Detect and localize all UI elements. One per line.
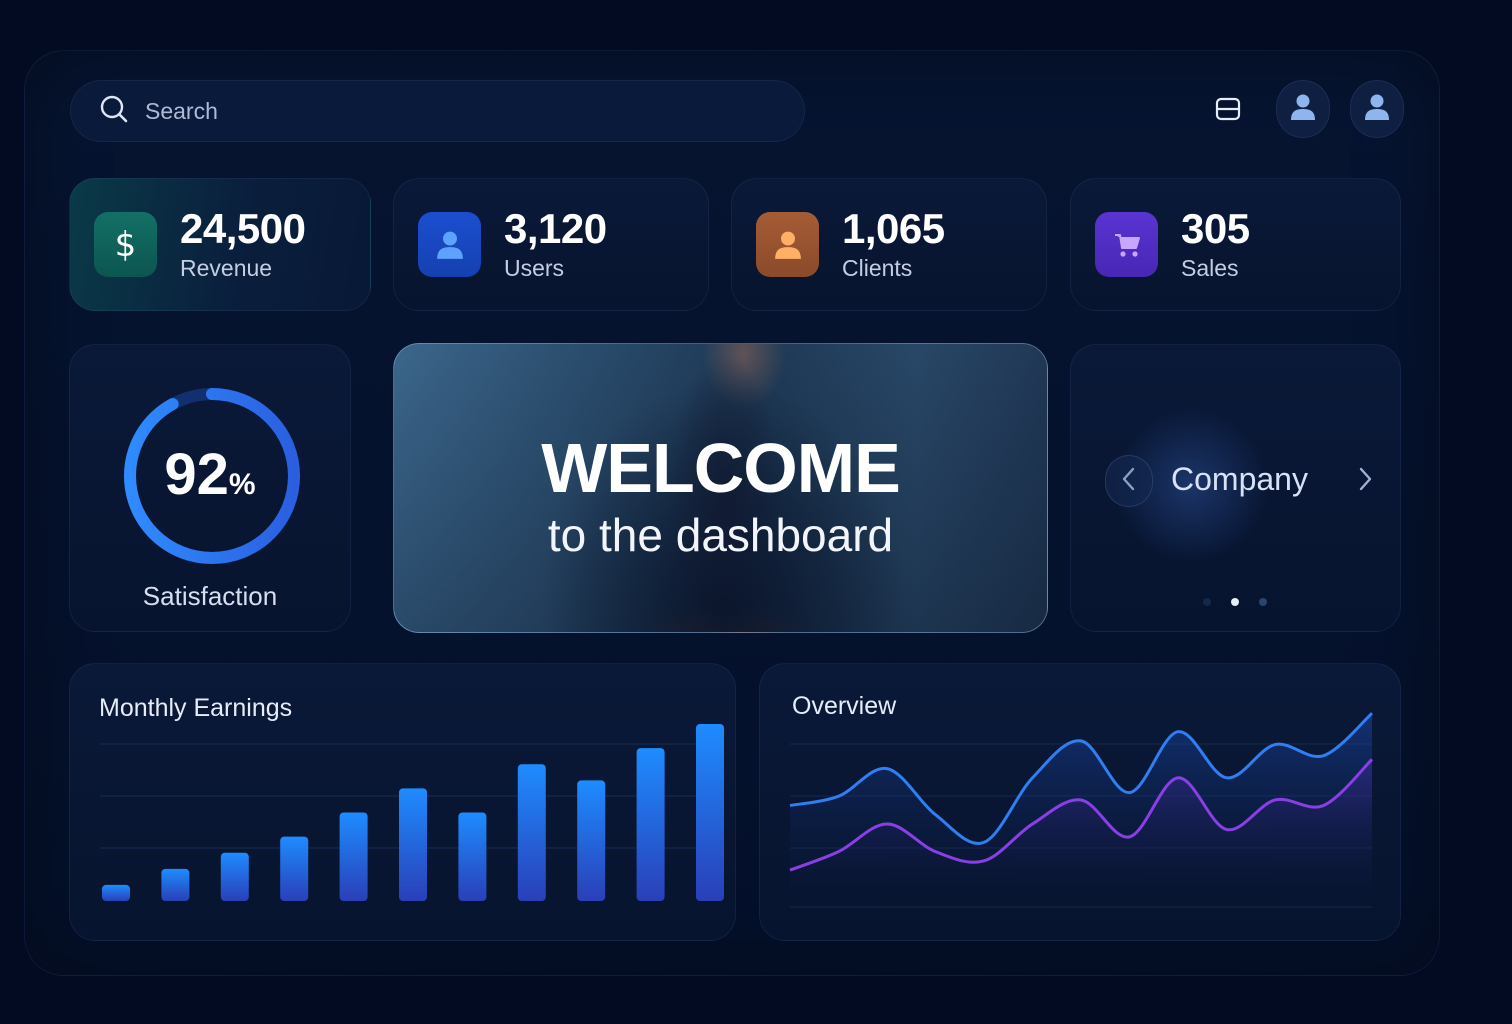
carousel-pagination bbox=[1203, 598, 1267, 606]
carousel-prev-button[interactable] bbox=[1105, 455, 1153, 507]
carousel-next-button[interactable] bbox=[1347, 463, 1383, 499]
user-icon bbox=[418, 212, 481, 277]
cart-icon bbox=[1095, 212, 1158, 277]
earnings-bar[interactable] bbox=[458, 812, 487, 902]
stat-label: Sales bbox=[1181, 255, 1239, 281]
satisfaction-value: 92% bbox=[70, 441, 350, 508]
stat-card-sales[interactable]: 305 Sales bbox=[1070, 178, 1401, 311]
header-actions bbox=[1200, 80, 1404, 138]
carousel-dot[interactable] bbox=[1231, 598, 1239, 606]
user-icon bbox=[756, 212, 819, 277]
earnings-bar[interactable] bbox=[517, 764, 546, 901]
earnings-bar[interactable] bbox=[577, 780, 606, 901]
stat-label: Revenue bbox=[180, 255, 273, 281]
satisfaction-label: Satisfaction bbox=[142, 581, 278, 611]
earnings-bar[interactable] bbox=[339, 812, 368, 902]
chart-title: Overview bbox=[792, 692, 897, 720]
stat-label: Clients bbox=[842, 255, 913, 281]
earnings-bar[interactable] bbox=[102, 884, 130, 901]
search-input[interactable] bbox=[145, 97, 745, 125]
welcome-title: WELCOME bbox=[541, 429, 901, 507]
search-icon bbox=[99, 94, 129, 129]
stat-label: Users bbox=[504, 255, 565, 281]
stat-value: 3,120 bbox=[504, 205, 607, 252]
stat-value: 305 bbox=[1181, 205, 1250, 252]
search-bar[interactable] bbox=[70, 80, 805, 142]
chart-title: Monthly Earnings bbox=[99, 694, 293, 722]
chevron-right-icon bbox=[1357, 466, 1373, 497]
overview-card: Overview bbox=[759, 663, 1401, 941]
satisfaction-number: 92 bbox=[164, 442, 229, 507]
window-icon[interactable] bbox=[1200, 80, 1256, 138]
stat-card-users[interactable]: 3,120 Users bbox=[393, 178, 709, 311]
user-avatar-button[interactable] bbox=[1276, 80, 1330, 138]
stat-value: 24,500 bbox=[180, 205, 306, 252]
stat-value: 1,065 bbox=[842, 205, 945, 252]
satisfaction-card: 92% Satisfaction bbox=[69, 344, 351, 632]
monthly-earnings-card: Monthly Earnings bbox=[69, 663, 736, 941]
company-carousel: Company bbox=[1070, 344, 1401, 632]
earnings-bar[interactable] bbox=[399, 788, 427, 901]
user-icon bbox=[1364, 93, 1390, 126]
welcome-subtitle: to the dashboard bbox=[547, 509, 894, 561]
earnings-bar[interactable] bbox=[696, 724, 724, 901]
earnings-bar[interactable] bbox=[280, 836, 309, 901]
carousel-dot[interactable] bbox=[1203, 598, 1211, 606]
satisfaction-unit: % bbox=[228, 468, 256, 501]
chevron-left-icon bbox=[1121, 466, 1137, 497]
stat-card-clients[interactable]: 1,065 Clients bbox=[731, 178, 1047, 311]
company-name: Company bbox=[1171, 461, 1308, 497]
stat-card-revenue[interactable]: $ 24,500 Revenue bbox=[69, 178, 371, 311]
earnings-bar[interactable] bbox=[161, 868, 190, 901]
user-icon bbox=[1290, 93, 1316, 126]
earnings-bar[interactable] bbox=[220, 852, 249, 901]
profile-avatar-button[interactable] bbox=[1350, 80, 1404, 138]
welcome-banner: WELCOME to the dashboard bbox=[393, 343, 1048, 633]
carousel-dot[interactable] bbox=[1259, 598, 1267, 606]
earnings-bar[interactable] bbox=[636, 748, 665, 901]
dollar-icon: $ bbox=[94, 212, 157, 277]
